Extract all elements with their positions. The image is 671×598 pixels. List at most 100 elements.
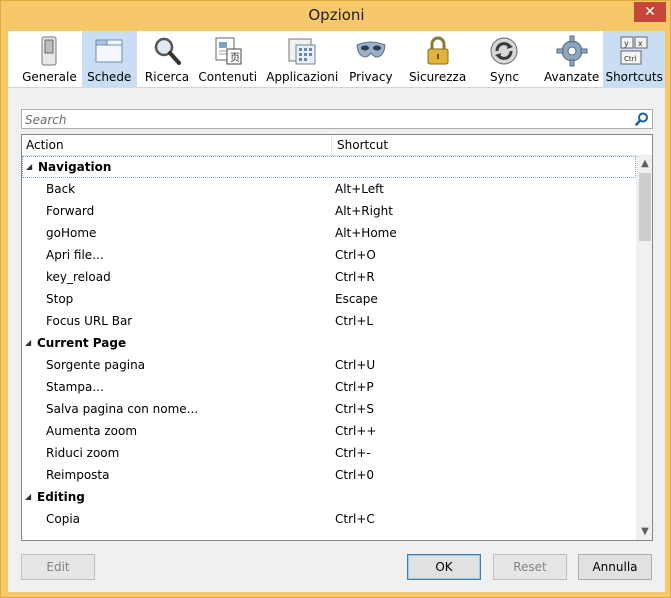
magnifier-icon [151, 35, 183, 67]
search-box [21, 109, 653, 129]
group-name: Current Page [37, 336, 127, 350]
tab-sicurezza[interactable]: Sicurezza [406, 31, 469, 88]
action-name: Aumenta zoom [46, 424, 138, 438]
applications-icon [286, 35, 318, 67]
vertical-scrollbar[interactable]: ▲ ▼ [636, 156, 652, 540]
shortcut-key: Alt+Left [335, 182, 384, 196]
svg-text:页: 页 [230, 52, 240, 64]
shortcut-key: Ctrl+U [335, 358, 376, 372]
svg-text:x: x [638, 39, 643, 48]
shortcut-row[interactable]: Focus URL Bar Ctrl+L [22, 310, 636, 332]
shortcut-row[interactable]: Reimposta Ctrl+0 [22, 464, 636, 486]
options-window: Opzioni ✕ Generale Schede Ricerca 页 Cont… [0, 0, 671, 598]
tab-schede[interactable]: Schede [81, 31, 137, 88]
shortcut-key: Ctrl+S [335, 402, 375, 416]
search-input[interactable] [25, 112, 625, 127]
window-title: Opzioni [308, 6, 365, 24]
shortcut-row[interactable]: Stop Escape [22, 288, 636, 310]
content-page-icon: 页 [212, 35, 244, 67]
tab-sync[interactable]: Sync [483, 31, 526, 88]
tab-applicazioni[interactable]: Applicazioni [263, 31, 341, 88]
shortcut-row[interactable]: Back Alt+Left [22, 178, 636, 200]
mask-icon [355, 35, 387, 67]
group-row-editing[interactable]: ◢ Editing [22, 486, 636, 508]
shortcut-row[interactable]: goHome Alt+Home [22, 222, 636, 244]
shortcut-key: Ctrl+- [335, 446, 371, 460]
action-name: Focus URL Bar [46, 314, 133, 328]
action-name: Forward [46, 204, 95, 218]
shortcut-row[interactable]: Stampa... Ctrl+P [22, 376, 636, 398]
tab-label: Privacy [349, 70, 393, 84]
shortcut-key: Ctrl+C [335, 512, 375, 526]
column-header-action[interactable]: Action [26, 138, 64, 152]
scrollbar-thumb[interactable] [639, 173, 651, 241]
action-name: Stampa... [46, 380, 104, 394]
collapse-triangle-icon[interactable]: ◢ [25, 486, 31, 508]
tab-label: Avanzate [544, 70, 600, 84]
action-name: Salva pagina con nome... [46, 402, 199, 416]
action-name: Riduci zoom [46, 446, 120, 460]
shortcut-key: Escape [335, 292, 378, 306]
action-name: Reimposta [46, 468, 110, 482]
reset-button[interactable]: Reset [493, 554, 567, 580]
shortcut-row[interactable]: Apri file... Ctrl+O [22, 244, 636, 266]
column-header: Action Shortcut [22, 135, 652, 156]
scroll-down-arrow-icon[interactable]: ▼ [637, 524, 652, 540]
shortcut-row[interactable]: key_reload Ctrl+R [22, 266, 636, 288]
close-button[interactable]: ✕ [634, 2, 666, 22]
action-name: key_reload [46, 270, 111, 284]
scroll-up-arrow-icon[interactable]: ▲ [637, 156, 652, 172]
edit-button[interactable]: Edit [21, 554, 95, 580]
tab-label: Shortcuts [605, 70, 663, 84]
shortcut-row[interactable]: Sorgente pagina Ctrl+U [22, 354, 636, 376]
title-bar[interactable]: Opzioni ✕ [1, 1, 671, 31]
keyboard-keys-icon: y x Ctrl [618, 35, 650, 67]
group-name: Editing [37, 490, 85, 504]
shortcut-key: Ctrl+R [335, 270, 375, 284]
column-separator[interactable] [331, 135, 332, 156]
tab-contenuti[interactable]: 页 Contenuti [196, 31, 259, 88]
dialog-client-area: Generale Schede Ricerca 页 Contenuti Appl… [8, 31, 665, 592]
action-name: Sorgente pagina [46, 358, 146, 372]
group-name: Navigation [38, 160, 112, 174]
search-icon[interactable] [635, 112, 649, 126]
cancel-button[interactable]: Annulla [578, 554, 652, 580]
tab-label: Sync [490, 70, 519, 84]
shortcut-key: Ctrl++ [335, 424, 377, 438]
action-name: Copia [46, 512, 81, 526]
shortcut-row[interactable]: Aumenta zoom Ctrl++ [22, 420, 636, 442]
tab-label: Ricerca [144, 70, 190, 84]
collapse-triangle-icon[interactable]: ◢ [26, 157, 32, 177]
group-row-current-page[interactable]: ◢ Current Page [22, 332, 636, 354]
shortcuts-tree: Action Shortcut ◢ Navigation Back Alt+Lef… [21, 134, 653, 541]
shortcut-key: Alt+Right [335, 204, 393, 218]
tab-shortcuts[interactable]: y x Ctrl Shortcuts [603, 31, 665, 88]
svg-text:Ctrl: Ctrl [624, 55, 637, 63]
shortcut-row[interactable]: Forward Alt+Right [22, 200, 636, 222]
tab-ricerca[interactable]: Ricerca [140, 31, 195, 88]
tab-avanzate[interactable]: Avanzate [544, 31, 599, 88]
tab-privacy[interactable]: Privacy [345, 31, 396, 88]
group-row-navigation[interactable]: ◢ Navigation [22, 156, 636, 178]
shortcut-key: Ctrl+O [335, 248, 376, 262]
shortcut-row[interactable]: Riduci zoom Ctrl+- [22, 442, 636, 464]
column-header-shortcut[interactable]: Shortcut [337, 138, 388, 152]
gear-icon [556, 35, 588, 67]
tab-label: Generale [22, 70, 77, 84]
shortcut-row[interactable]: Salva pagina con nome... Ctrl+S [22, 398, 636, 420]
action-name: Stop [46, 292, 74, 306]
svg-text:y: y [624, 39, 629, 48]
shortcut-key: Alt+Home [335, 226, 397, 240]
tab-generale[interactable]: Generale [22, 31, 77, 88]
tab-label: Applicazioni [266, 70, 339, 84]
action-name: Apri file... [46, 248, 104, 262]
action-name: Back [46, 182, 76, 196]
shortcut-key: Ctrl+P [335, 380, 374, 394]
tab-label: Sicurezza [409, 70, 467, 84]
ok-button[interactable]: OK [407, 554, 481, 580]
tab-label: Contenuti [198, 70, 258, 84]
shortcut-key: Ctrl+0 [335, 468, 375, 482]
shortcut-row[interactable]: Copia Ctrl+C [22, 508, 636, 530]
tabs-window-icon [93, 35, 125, 67]
collapse-triangle-icon[interactable]: ◢ [25, 332, 31, 354]
